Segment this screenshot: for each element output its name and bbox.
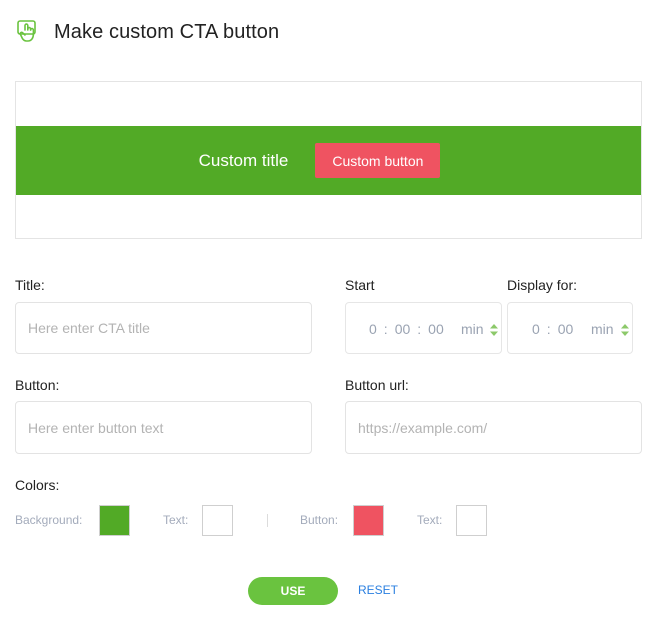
color-pickers-row: Background: Text: Button: Text: [15,505,515,536]
time-separator: : [417,321,422,337]
time-separator: : [383,321,388,337]
start-unit: min [461,321,484,337]
cta-preview: Custom title Custom button [15,81,642,239]
title-field[interactable] [15,302,312,354]
display-hours[interactable]: 0 [532,321,540,337]
button-url-input[interactable] [346,402,641,453]
title-label: Title: [15,277,45,293]
button-url-label: Button url: [345,377,409,393]
start-time-input[interactable]: 0 : 00 : 00 min [345,302,502,354]
color-divider [267,514,268,527]
display-duration-input[interactable]: 0 : 00 min [507,302,633,354]
button-text-color-label: Text: [417,513,443,527]
button-url-field[interactable] [345,401,642,454]
button-text-field[interactable] [15,401,312,454]
background-color-label: Background: [15,513,83,527]
page-title: Make custom CTA button [54,20,280,43]
display-for-label: Display for: [507,277,578,293]
display-spinner-icon[interactable] [621,323,629,336]
button-color-label: Button: [300,513,339,527]
reset-link[interactable]: RESET [358,583,398,597]
cta-banner-button[interactable]: Custom button [315,143,441,178]
page-header: Make custom CTA button [16,18,279,46]
time-separator: : [546,321,551,337]
display-unit: min [591,321,614,337]
start-seconds[interactable]: 00 [428,321,444,337]
start-spinner-icon[interactable] [490,323,498,336]
hand-pointer-icon [16,19,40,45]
cta-banner: Custom title Custom button [16,126,641,195]
background-color-swatch[interactable] [99,505,130,536]
use-button[interactable]: USE [248,577,338,605]
text-color-swatch[interactable] [202,505,233,536]
start-hours[interactable]: 0 [369,321,377,337]
title-input[interactable] [16,303,311,353]
button-color-swatch[interactable] [353,505,384,536]
button-text-color-swatch[interactable] [456,505,487,536]
start-label: Start [345,277,375,293]
colors-label: Colors: [15,477,60,493]
display-minutes[interactable]: 00 [558,321,574,337]
cta-banner-title: Custom title [198,150,289,170]
button-text-label: Button: [15,377,60,393]
button-text-input[interactable] [16,402,311,453]
start-minutes[interactable]: 00 [395,321,411,337]
text-color-label: Text: [163,513,189,527]
